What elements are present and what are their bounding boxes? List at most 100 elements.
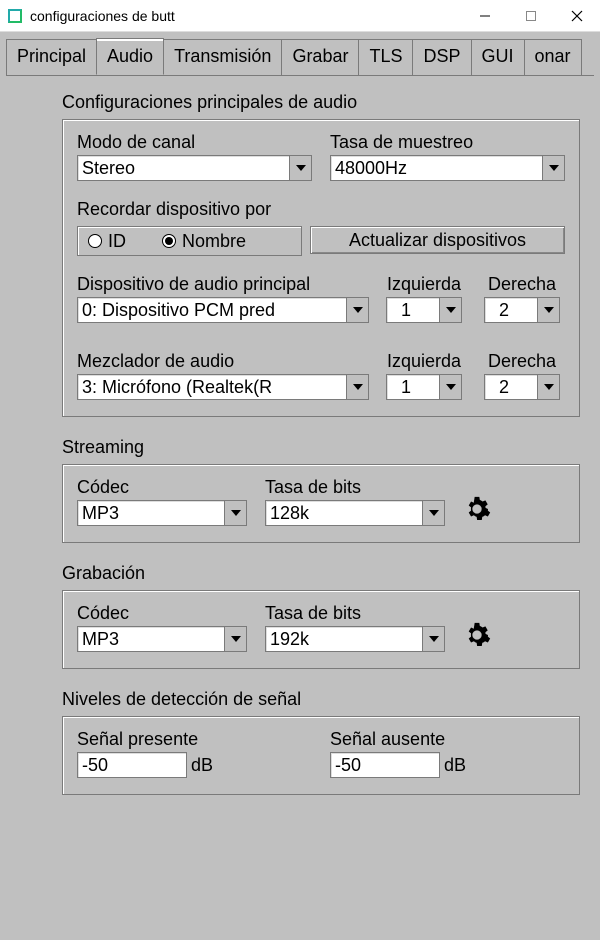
remember-name-label: Nombre <box>182 231 246 252</box>
primary-right-label: Derecha <box>479 274 565 295</box>
tab-audio[interactable]: Audio <box>96 38 164 75</box>
mixer-label: Mezclador de audio <box>77 351 369 372</box>
group-streaming: Streaming Códec MP3 Tasa de bits 128k <box>62 437 580 543</box>
mixer-value: 3: Micrófono (Realtek(R <box>82 377 272 398</box>
remember-id-label: ID <box>108 231 126 252</box>
remember-id-radio[interactable]: ID <box>88 231 126 252</box>
group-main-audio-frame: Modo de canal Stereo Tasa de muestreo 48… <box>62 119 580 417</box>
signal-absent-value: -50 <box>335 755 361 776</box>
remember-name-radio[interactable]: Nombre <box>162 231 246 252</box>
streaming-bitrate-select[interactable]: 128k <box>265 500 445 526</box>
maximize-icon <box>525 10 537 22</box>
primary-left-label: Izquierda <box>381 274 467 295</box>
chevron-down-icon <box>346 375 368 399</box>
tab-principal[interactable]: Principal <box>6 39 97 75</box>
tab-partial[interactable]: onar <box>524 39 582 75</box>
tab-dsp[interactable]: DSP <box>412 39 471 75</box>
chevron-down-icon <box>422 501 444 525</box>
mixer-right-label: Derecha <box>479 351 565 372</box>
recording-bitrate-value: 192k <box>270 629 309 650</box>
tab-grabar[interactable]: Grabar <box>281 39 359 75</box>
chevron-down-icon <box>537 375 559 399</box>
group-recording: Grabación Códec MP3 Tasa de bits 192k <box>62 563 580 669</box>
db-unit: dB <box>444 755 466 776</box>
tab-strip: Principal Audio Transmisión Grabar TLS D… <box>0 32 600 75</box>
group-recording-frame: Códec MP3 Tasa de bits 192k <box>62 590 580 669</box>
primary-right-value: 2 <box>489 300 509 321</box>
channel-mode-label: Modo de canal <box>77 132 312 153</box>
primary-left-select[interactable]: 1 <box>386 297 462 323</box>
update-devices-button[interactable]: Actualizar dispositivos <box>310 226 565 254</box>
mixer-left-label: Izquierda <box>381 351 467 372</box>
window-controls <box>462 0 600 31</box>
recording-settings-button[interactable] <box>463 621 491 652</box>
gear-icon <box>463 495 491 523</box>
streaming-codec-label: Códec <box>77 477 247 498</box>
window-title: configuraciones de butt <box>30 8 462 24</box>
chevron-down-icon <box>224 501 246 525</box>
mixer-left-select[interactable]: 1 <box>386 374 462 400</box>
recording-codec-select[interactable]: MP3 <box>77 626 247 652</box>
radio-dot-icon <box>162 234 176 248</box>
signal-present-input[interactable]: -50 <box>77 752 187 778</box>
group-main-audio: Configuraciones principales de audio Mod… <box>62 92 580 417</box>
group-streaming-frame: Códec MP3 Tasa de bits 128k <box>62 464 580 543</box>
channel-mode-select[interactable]: Stereo <box>77 155 312 181</box>
recording-bitrate-label: Tasa de bits <box>265 603 445 624</box>
tab-panel-audio: Configuraciones principales de audio Mod… <box>6 75 594 795</box>
chevron-down-icon <box>439 375 461 399</box>
primary-device-label: Dispositivo de audio principal <box>77 274 369 295</box>
group-signal-frame: Señal presente -50 dB Señal ausente <box>62 716 580 795</box>
close-button[interactable] <box>554 0 600 31</box>
chevron-down-icon <box>346 298 368 322</box>
minimize-button[interactable] <box>462 0 508 31</box>
sample-rate-label: Tasa de muestreo <box>330 132 565 153</box>
title-bar: configuraciones de butt <box>0 0 600 32</box>
signal-absent-input[interactable]: -50 <box>330 752 440 778</box>
close-icon <box>571 10 583 22</box>
primary-device-select[interactable]: 0: Dispositivo PCM pred <box>77 297 369 323</box>
mixer-right-value: 2 <box>489 377 509 398</box>
primary-left-value: 1 <box>391 300 411 321</box>
tab-transmision[interactable]: Transmisión <box>163 39 282 75</box>
chevron-down-icon <box>537 298 559 322</box>
signal-absent-label: Señal ausente <box>330 729 565 750</box>
signal-present-label: Señal presente <box>77 729 312 750</box>
recording-bitrate-select[interactable]: 192k <box>265 626 445 652</box>
maximize-button[interactable] <box>508 0 554 31</box>
streaming-bitrate-label: Tasa de bits <box>265 477 445 498</box>
sample-rate-select[interactable]: 48000Hz <box>330 155 565 181</box>
channel-mode-value: Stereo <box>82 158 135 179</box>
minimize-icon <box>479 10 491 22</box>
recording-codec-label: Códec <box>77 603 247 624</box>
recording-codec-value: MP3 <box>82 629 119 650</box>
group-streaming-title: Streaming <box>62 437 580 458</box>
chevron-down-icon <box>542 156 564 180</box>
tab-tls[interactable]: TLS <box>358 39 413 75</box>
group-signal-title: Niveles de detección de señal <box>62 689 580 710</box>
mixer-right-select[interactable]: 2 <box>484 374 560 400</box>
group-main-audio-title: Configuraciones principales de audio <box>62 92 580 113</box>
remember-device-label: Recordar dispositivo por <box>77 199 565 220</box>
mixer-select[interactable]: 3: Micrófono (Realtek(R <box>77 374 369 400</box>
app-icon <box>8 9 22 23</box>
group-signal: Niveles de detección de señal Señal pres… <box>62 689 580 795</box>
tab-gui[interactable]: GUI <box>471 39 525 75</box>
mixer-left-value: 1 <box>391 377 411 398</box>
primary-right-select[interactable]: 2 <box>484 297 560 323</box>
streaming-settings-button[interactable] <box>463 495 491 526</box>
chevron-down-icon <box>224 627 246 651</box>
db-unit: dB <box>191 755 213 776</box>
main-area: Principal Audio Transmisión Grabar TLS D… <box>0 32 600 940</box>
radio-dot-icon <box>88 234 102 248</box>
streaming-bitrate-value: 128k <box>270 503 309 524</box>
chevron-down-icon <box>422 627 444 651</box>
gear-icon <box>463 621 491 649</box>
primary-device-value: 0: Dispositivo PCM pred <box>82 300 275 321</box>
group-recording-title: Grabación <box>62 563 580 584</box>
chevron-down-icon <box>439 298 461 322</box>
chevron-down-icon <box>289 156 311 180</box>
remember-device-radio-group: ID Nombre <box>77 226 302 256</box>
signal-present-value: -50 <box>82 755 108 776</box>
streaming-codec-select[interactable]: MP3 <box>77 500 247 526</box>
